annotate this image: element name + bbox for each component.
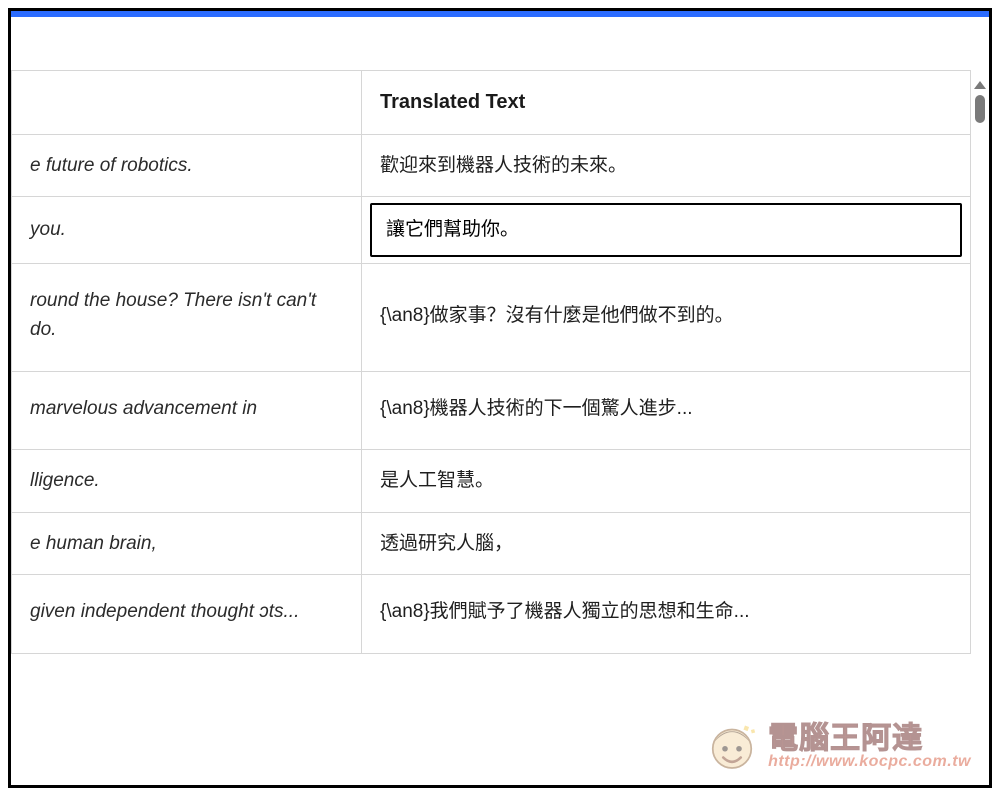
table-row: round the house? There isn't can't do.{\… — [12, 263, 971, 371]
column-header-source — [12, 71, 362, 135]
source-text-cell[interactable]: you. — [12, 197, 362, 263]
source-text-cell[interactable]: given independent thought ɔts... — [12, 575, 362, 653]
translated-text-cell[interactable]: 歡迎來到機器人技術的未來。 — [362, 135, 971, 197]
translated-text-cell[interactable]: 透過研究人腦， — [362, 512, 971, 574]
table-row: marvelous advancement in{\an8}機器人技術的下一個驚… — [12, 371, 971, 449]
translation-table: Translated Text e future of robotics.歡迎來… — [11, 70, 971, 654]
source-text-cell[interactable]: e future of robotics. — [12, 135, 362, 197]
top-accent-bar — [11, 11, 989, 17]
translated-text-cell[interactable]: {\an8}我們賦予了機器人獨立的思想和生命... — [362, 575, 971, 653]
source-text-cell[interactable]: e human brain, — [12, 512, 362, 574]
translated-text-input[interactable]: 讓它們幫助你。 — [370, 203, 962, 256]
source-text-cell[interactable]: lligence. — [12, 450, 362, 512]
scroll-thumb[interactable] — [975, 95, 985, 123]
translated-text-cell[interactable]: 是人工智慧。 — [362, 450, 971, 512]
translated-text-cell[interactable]: {\an8}做家事？沒有什麼是他們做不到的。 — [362, 263, 971, 371]
table-row: given independent thought ɔts...{\an8}我們… — [12, 575, 971, 653]
vertical-scrollbar[interactable] — [973, 81, 987, 781]
source-text-cell[interactable]: marvelous advancement in — [12, 371, 362, 449]
table-row: e future of robotics.歡迎來到機器人技術的未來。 — [12, 135, 971, 197]
scroll-up-arrow-icon[interactable] — [974, 81, 986, 89]
translated-text-cell[interactable]: {\an8}機器人技術的下一個驚人進步... — [362, 371, 971, 449]
table-row: you.讓它們幫助你。 — [12, 197, 971, 263]
translated-text-cell[interactable]: 讓它們幫助你。 — [362, 197, 971, 263]
table-row: e human brain,透過研究人腦， — [12, 512, 971, 574]
source-text-cell[interactable]: round the house? There isn't can't do. — [12, 263, 362, 371]
column-header-translated: Translated Text — [362, 71, 971, 135]
table-viewport: Translated Text e future of robotics.歡迎來… — [11, 20, 971, 785]
table-row: lligence.是人工智慧。 — [12, 450, 971, 512]
